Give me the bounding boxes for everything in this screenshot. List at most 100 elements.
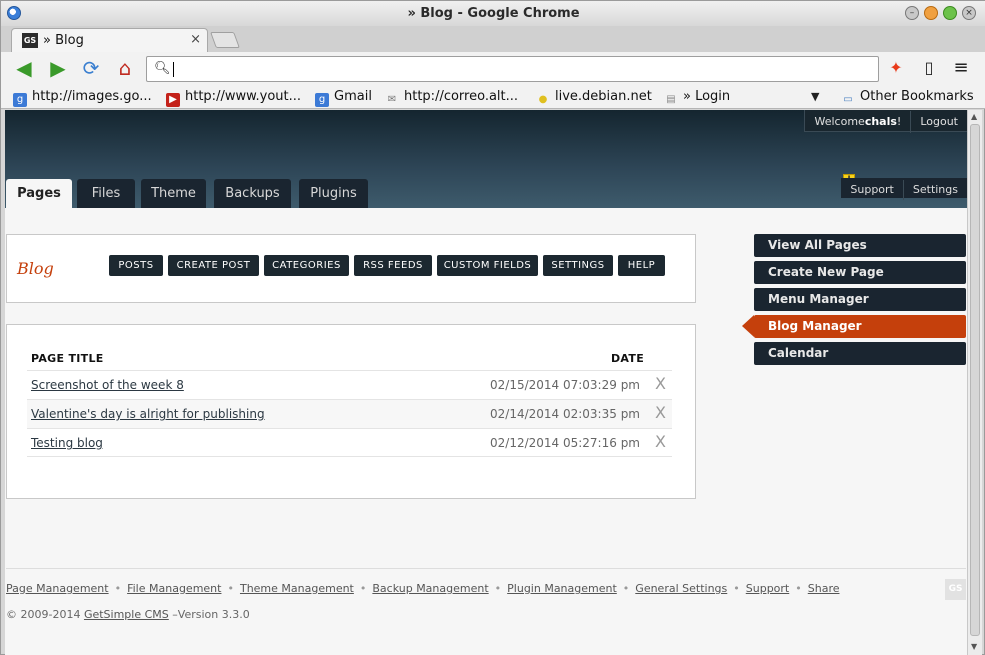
footer-link-share[interactable]: Share xyxy=(808,582,840,595)
bookmark-item[interactable]: g Gmail xyxy=(315,88,372,107)
support-link[interactable]: Support xyxy=(841,180,902,200)
categories-button[interactable]: CATEGORIES xyxy=(264,255,349,276)
footer-link-general-settings[interactable]: General Settings xyxy=(635,582,727,595)
forward-arrow-icon[interactable]: ▶ xyxy=(46,57,70,79)
tab-pages[interactable]: Pages xyxy=(6,179,72,208)
extension-icon[interactable]: ✦ xyxy=(886,58,906,78)
sidebar-item-blog-manager[interactable]: Blog Manager xyxy=(742,315,966,338)
table-row: Valentine's day is alright for publishin… xyxy=(27,399,672,428)
scroll-up-arrow-icon[interactable]: ▲ xyxy=(971,112,977,121)
delete-icon[interactable]: X xyxy=(655,432,666,451)
footer-link-file-management[interactable]: File Management xyxy=(127,582,221,595)
getsimple-cms-link[interactable]: GetSimple CMS xyxy=(84,608,169,621)
bookmarks-bar: g http://images.go... ▶ http://www.yout...… xyxy=(1,85,985,109)
tab-theme[interactable]: Theme xyxy=(141,179,206,208)
folder-icon: ▭ xyxy=(843,94,853,105)
sidebar-item-create-new-page[interactable]: Create New Page xyxy=(754,261,966,284)
window-menu-button[interactable]: – xyxy=(905,6,919,20)
table-row: Testing blog 02/12/2014 05:27:16 pm X xyxy=(27,428,672,457)
tab-plugins[interactable]: Plugins xyxy=(299,179,368,208)
posts-button[interactable]: POSTS xyxy=(109,255,163,276)
post-title-link[interactable]: Testing blog xyxy=(31,436,103,450)
reload-icon[interactable]: ⟳ xyxy=(79,57,103,79)
footer-link-backup-management[interactable]: Backup Management xyxy=(372,582,488,595)
posts-panel: PAGE TITLE DATE Screenshot of the week 8… xyxy=(6,324,696,499)
tab-title: » Blog xyxy=(43,33,84,48)
bookmark-item[interactable]: ▶ http://www.yout... xyxy=(166,88,301,107)
footer-link-page-management[interactable]: Page Management xyxy=(6,582,109,595)
post-title-link[interactable]: Valentine's day is alright for publishin… xyxy=(31,407,265,421)
bookmark-item[interactable]: ● live.debian.net xyxy=(536,88,652,106)
logout-link[interactable]: Logout xyxy=(910,111,967,133)
sidebar-item-view-all-pages[interactable]: View All Pages xyxy=(754,234,966,257)
vertical-scrollbar[interactable]: ▲ ▼ xyxy=(967,110,982,655)
footer-links: Page Management • File Management • Theme Ma… xyxy=(6,582,840,595)
browser-tab[interactable]: GS » Blog × xyxy=(11,28,208,52)
google-icon: g xyxy=(13,93,27,107)
column-header-page-title: PAGE TITLE xyxy=(31,352,104,365)
other-bookmarks[interactable]: ▭ Other Bookmarks xyxy=(841,88,973,106)
footer-link-plugin-management[interactable]: Plugin Management xyxy=(507,582,617,595)
back-arrow-icon[interactable]: ◀ xyxy=(12,57,36,79)
text-caret xyxy=(173,62,174,77)
close-window-button[interactable]: × xyxy=(962,6,976,20)
blog-toolbar-panel: Blog POSTS CREATE POST CATEGORIES RSS FE… xyxy=(6,234,696,303)
sidebar-item-menu-manager[interactable]: Menu Manager xyxy=(754,288,966,311)
tab-close-icon[interactable]: × xyxy=(190,32,201,47)
support-links: Support Settings xyxy=(841,178,967,200)
delete-icon[interactable]: X xyxy=(655,374,666,393)
settings-button[interactable]: SETTINGS xyxy=(543,255,613,276)
user-box: Welcome chals! Logout xyxy=(804,110,967,133)
page-title: Blog xyxy=(17,259,54,278)
browser-toolbar: ◀ ▶ ⟳ ⌂ 🔍︎ ✦ ▯ ≡ xyxy=(1,52,985,85)
getsimple-logo[interactable]: GS xyxy=(945,579,966,600)
search-icon: 🔍︎ xyxy=(154,61,171,76)
bookmarks-overflow-chevron-down-icon[interactable]: ▼ xyxy=(811,90,819,103)
column-header-date: DATE xyxy=(611,352,645,365)
sidebar-item-calendar[interactable]: Calendar xyxy=(754,342,966,365)
scrollbar-thumb[interactable] xyxy=(970,124,980,636)
bookmark-item[interactable]: ▤» Login xyxy=(664,88,730,106)
footer-link-theme-management[interactable]: Theme Management xyxy=(240,582,354,595)
address-bar[interactable]: 🔍︎ xyxy=(146,56,879,82)
post-date: 02/12/2014 05:27:16 pm xyxy=(490,436,640,450)
browser-window: » Blog - Google Chrome – × GS » Blog × ◀… xyxy=(0,0,985,655)
post-title-link[interactable]: Screenshot of the week 8 xyxy=(31,378,184,392)
new-tab-button[interactable] xyxy=(210,32,240,48)
create-post-button[interactable]: CREATE POST xyxy=(168,255,259,276)
post-date: 02/15/2014 07:03:29 pm xyxy=(490,378,640,392)
table-row: Screenshot of the week 8 02/15/2014 07:0… xyxy=(27,370,672,399)
page-viewport: Welcome chals! Logout Pages Files Theme B… xyxy=(5,110,967,655)
google-icon: g xyxy=(315,93,329,107)
table-divider xyxy=(27,456,672,457)
home-icon[interactable]: ⌂ xyxy=(113,57,137,79)
debian-icon: ● xyxy=(538,94,548,105)
help-button[interactable]: HELP xyxy=(618,255,665,276)
footer-copyright: © 2009-2014 GetSimple CMS –Version 3.3.0 xyxy=(6,608,250,621)
getsimple-favicon-icon: GS xyxy=(22,33,38,48)
minimize-button[interactable] xyxy=(924,6,938,20)
maximize-button[interactable] xyxy=(943,6,957,20)
footer-link-support[interactable]: Support xyxy=(746,582,789,595)
mail-icon: ✉ xyxy=(387,94,397,105)
settings-link[interactable]: Settings xyxy=(902,180,967,200)
device-sync-icon[interactable]: ▯ xyxy=(919,58,939,78)
scroll-down-arrow-icon[interactable]: ▼ xyxy=(971,642,977,651)
rss-feeds-button[interactable]: RSS FEEDS xyxy=(354,255,432,276)
welcome-text: Welcome chals! xyxy=(814,115,902,128)
footer-divider xyxy=(6,568,966,569)
window-title: » Blog - Google Chrome xyxy=(407,6,580,21)
address-input[interactable] xyxy=(173,60,863,78)
bookmark-item[interactable]: ✉ http://correo.alt... xyxy=(385,88,518,106)
youtube-icon: ▶ xyxy=(166,93,180,107)
post-date: 02/14/2014 02:03:35 pm xyxy=(490,407,640,421)
delete-icon[interactable]: X xyxy=(655,403,666,422)
tab-backups[interactable]: Backups xyxy=(214,179,291,208)
custom-fields-button[interactable]: CUSTOM FIELDS xyxy=(437,255,538,276)
page-icon: ▤ xyxy=(666,94,676,105)
tab-files[interactable]: Files xyxy=(77,179,135,208)
chrome-menu-icon[interactable]: ≡ xyxy=(951,58,971,78)
tab-strip: GS » Blog × xyxy=(1,26,985,52)
bookmark-item[interactable]: g http://images.go... xyxy=(13,88,152,107)
title-bar[interactable]: » Blog - Google Chrome – × xyxy=(1,1,985,26)
